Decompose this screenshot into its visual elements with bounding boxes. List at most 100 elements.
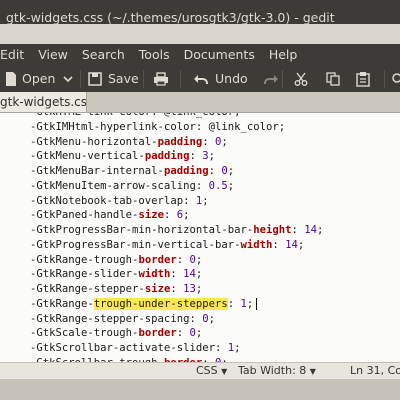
code-line: -GtkMenu-horizontal-padding: 0; bbox=[30, 135, 228, 148]
property-keyword: width bbox=[240, 238, 273, 251]
undo-icon bbox=[194, 75, 208, 84]
tab-width-selector[interactable]: Tab Width: 8 ▼ bbox=[238, 363, 316, 380]
property-value: 1 bbox=[240, 297, 247, 310]
property-prefix: -GtkMenu-horizontal- bbox=[30, 135, 158, 148]
property-keyword: border bbox=[138, 253, 177, 266]
redo-icon bbox=[264, 75, 278, 84]
property-prefix: -GtkRange- bbox=[30, 297, 94, 310]
toolbar-separator bbox=[80, 70, 81, 88]
code-line: -GtkRange-stepper-spacing: 0; bbox=[30, 312, 215, 325]
property-prefix: -GtkScale-trough- bbox=[30, 327, 139, 340]
toolbar: Open Save Undo bbox=[0, 66, 400, 92]
window-title: gtk-widgets.css (~/.themes/urosgtk3/gtk-… bbox=[6, 10, 335, 25]
paste-button[interactable] bbox=[356, 66, 370, 92]
toolbar-separator bbox=[384, 70, 385, 88]
property-value: 14 bbox=[183, 268, 196, 281]
property-value: 1 bbox=[227, 342, 235, 354]
search-button[interactable] bbox=[390, 66, 400, 92]
property-keyword: padding bbox=[144, 150, 190, 163]
menu-tools[interactable]: Tools bbox=[139, 47, 170, 62]
property-value: 0.5 bbox=[208, 179, 228, 192]
chevron-down-icon: ▼ bbox=[309, 367, 316, 376]
tab-gtk-widgets-css[interactable]: gtk-widgets.css bbox=[0, 92, 87, 112]
property-prefix: -GtkMenuBar-internal- bbox=[30, 165, 164, 177]
property-prefix: -GtkMenu-vertical- bbox=[30, 150, 145, 163]
language-label: CSS bbox=[196, 364, 218, 377]
paste-icon bbox=[356, 72, 370, 87]
undo-label: Undo bbox=[215, 71, 248, 86]
code-line: -GtkProgressBar-min-horizontal-bar-heigh… bbox=[30, 224, 324, 236]
property-value: 14 bbox=[285, 238, 298, 251]
property-prefix: -GtkMenuItem-arrow-scaling bbox=[30, 179, 196, 192]
code-line: -GtkHTML-link-color: @link_color; bbox=[30, 113, 323, 120]
property-prefix: -GtkRange-slider- bbox=[30, 268, 139, 281]
code-line: -GtkNotebook-tab-overlap: 1; bbox=[30, 194, 209, 207]
menu-documents[interactable]: Documents bbox=[184, 47, 255, 62]
property-value: 14 bbox=[304, 224, 318, 236]
property-prefix: -GtkProgressBar-min-horizontal-bar- bbox=[30, 224, 254, 236]
save-icon bbox=[88, 72, 102, 86]
code-line: -GtkScrollbar-activate-slider: 1; bbox=[30, 342, 241, 354]
property-keyword: width bbox=[138, 268, 171, 281]
property-prefix: -GtkPaned-handle- bbox=[30, 209, 139, 222]
property-keyword: border bbox=[138, 327, 177, 340]
undo-button[interactable]: Undo bbox=[193, 66, 248, 92]
new-button[interactable] bbox=[4, 66, 18, 92]
property-value: 0 bbox=[189, 327, 196, 340]
open-button[interactable]: Open bbox=[22, 66, 73, 92]
code-line: -GtkRange-stepper-size: 13; bbox=[30, 283, 203, 295]
property-keyword: size bbox=[138, 209, 164, 222]
property-prefix: -GtkNotebook-tab-overlap bbox=[30, 194, 184, 207]
cursor-position: Ln 31, Col bbox=[350, 364, 400, 377]
code-line: -GtkMenuBar-internal-padding: 0; bbox=[30, 165, 235, 177]
code-line: -GtkPaned-handle-size: 6; bbox=[30, 209, 190, 222]
menu-view[interactable]: View bbox=[38, 47, 68, 62]
text-editor[interactable]: -GtkHTML-link-color: @link_color; -GtkIMH… bbox=[0, 113, 400, 362]
chevron-down-icon bbox=[63, 76, 73, 83]
copy-button[interactable] bbox=[326, 66, 340, 92]
toolbar-separator bbox=[180, 70, 181, 88]
code-text: -GtkIMHtml-hyperlink-color: @link_color; bbox=[30, 120, 286, 133]
status-bar: CSS ▼ Tab Width: 8 ▼ Ln 31, Col bbox=[0, 362, 400, 379]
tab-label: gtk-widgets.css bbox=[0, 95, 87, 109]
code-line: -GtkIMHtml-hyperlink-color: @link_color; bbox=[30, 120, 323, 135]
property-prefix: -GtkProgressBar-min-vertical-bar- bbox=[30, 238, 241, 251]
property-value: 0 bbox=[221, 165, 228, 177]
property-prefix: -GtkScrollbar-activate-slider bbox=[30, 342, 215, 354]
menu-bar: Edit View Search Tools Documents Help bbox=[0, 44, 400, 66]
scissors-icon bbox=[294, 72, 308, 86]
code-text: -GtkHTML-link-color: @link_color; bbox=[30, 113, 240, 118]
document-tab-bar: gtk-widgets.css bbox=[0, 92, 400, 113]
save-label: Save bbox=[108, 71, 139, 86]
code-view: -GtkHTML-link-color: @link_color; -GtkIMH… bbox=[30, 113, 323, 362]
code-line: -GtkMenuItem-arrow-scaling: 0.5; bbox=[30, 179, 235, 192]
toolbar-separator bbox=[282, 70, 283, 88]
property-value: 3 bbox=[202, 150, 209, 163]
language-selector[interactable]: CSS ▼ bbox=[196, 363, 227, 380]
code-line: -GtkProgressBar-min-vertical-bar-width: … bbox=[30, 238, 305, 251]
property-keyword: height bbox=[253, 224, 292, 236]
text-cursor bbox=[256, 297, 258, 310]
chevron-down-icon: ▼ bbox=[221, 367, 228, 376]
redo-button[interactable] bbox=[263, 66, 279, 92]
desktop-background bbox=[0, 379, 400, 400]
property-value: 13 bbox=[183, 283, 196, 295]
property-value: 0 bbox=[202, 312, 209, 325]
property-value: 0 bbox=[189, 253, 196, 266]
menu-help[interactable]: Help bbox=[269, 47, 298, 62]
cut-button[interactable] bbox=[294, 66, 308, 92]
open-label: Open bbox=[22, 71, 56, 86]
property-keyword: size bbox=[144, 283, 171, 295]
search-highlight: trough-under-steppers bbox=[93, 297, 228, 310]
toolbar-separator bbox=[143, 70, 144, 88]
property-value: 1 bbox=[195, 194, 203, 207]
tab-width-label: Tab Width: 8 bbox=[238, 364, 307, 377]
code-line: -GtkScale-trough-border: 0; bbox=[30, 327, 203, 340]
print-button[interactable] bbox=[153, 66, 169, 92]
menu-edit[interactable]: Edit bbox=[0, 47, 24, 62]
property-prefix: -GtkRange-stepper-spacing bbox=[30, 312, 190, 325]
new-document-icon bbox=[6, 72, 16, 86]
save-button[interactable]: Save bbox=[88, 66, 139, 92]
code-line: -GtkRange-slider-width: 14; bbox=[30, 268, 203, 281]
menu-search[interactable]: Search bbox=[82, 47, 125, 62]
